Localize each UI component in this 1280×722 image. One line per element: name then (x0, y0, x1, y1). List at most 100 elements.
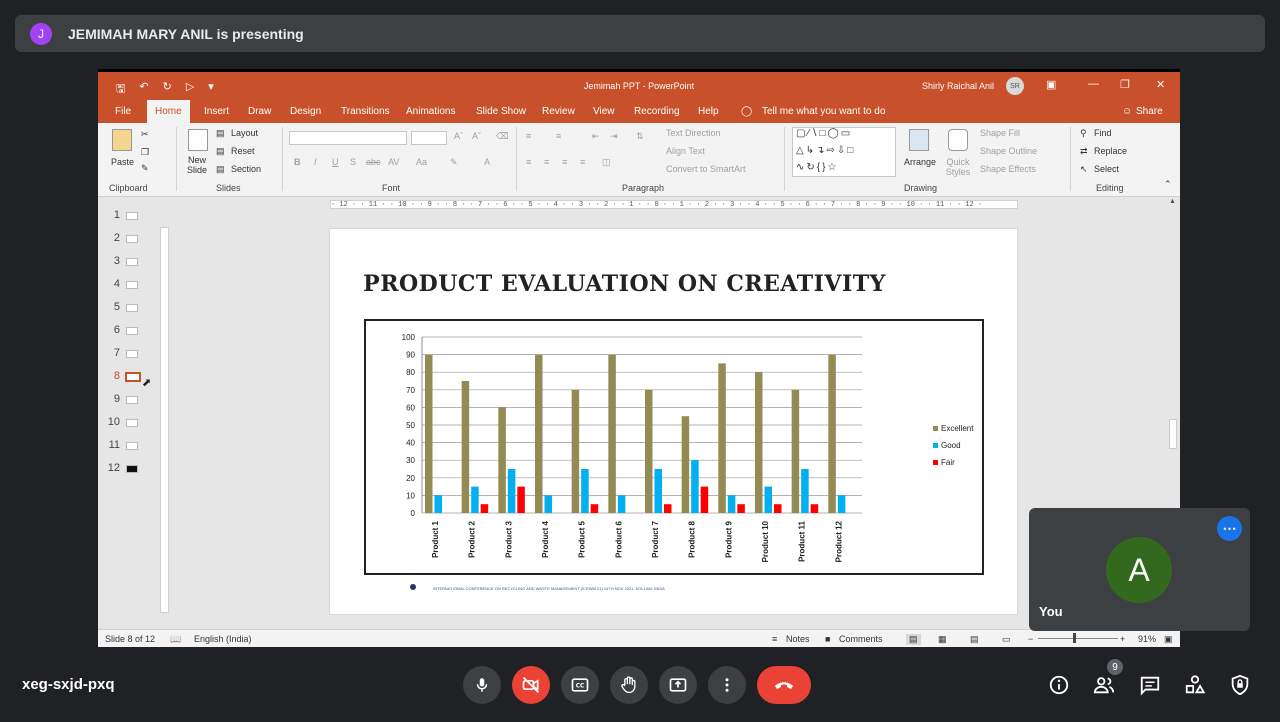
comments-button[interactable]: Comments (839, 634, 883, 644)
tab-view[interactable]: View (593, 106, 615, 117)
normal-view-icon[interactable]: ▤ (906, 634, 921, 645)
self-video-tile[interactable]: ⋯ A You (1029, 508, 1250, 631)
collapse-ribbon-icon[interactable]: ⌃ (1164, 179, 1172, 190)
fit-to-window-icon[interactable]: ▣ (1164, 634, 1173, 645)
slide-thumbnail[interactable]: 3 (104, 255, 148, 269)
paste-button[interactable]: Paste (111, 157, 134, 167)
grow-font-icon[interactable]: Aˆ (454, 131, 463, 141)
minimize-icon[interactable]: — (1088, 78, 1099, 90)
slide-thumbnail[interactable]: 9 (104, 393, 148, 407)
font-name-box[interactable] (289, 131, 407, 145)
comments-icon[interactable]: ■ (825, 634, 830, 644)
tab-review[interactable]: Review (542, 106, 575, 117)
line-spacing-icon[interactable]: ⇅ (636, 131, 644, 142)
zoom-level[interactable]: 91% (1138, 634, 1156, 644)
tab-slide-show[interactable]: Slide Show (476, 106, 526, 117)
tab-insert[interactable]: Insert (204, 106, 229, 117)
char-spacing-icon[interactable]: AV (388, 157, 399, 167)
convert-smartart-button[interactable]: Convert to SmartArt (666, 164, 746, 174)
shape-fill-button[interactable]: Shape Fill (980, 128, 1020, 138)
slide-thumbnail[interactable]: 12 (104, 462, 148, 476)
restore-icon[interactable]: ❐ (1120, 78, 1130, 91)
tab-recording[interactable]: Recording (634, 106, 680, 117)
slide-thumbnail[interactable]: 4 (104, 278, 148, 292)
tab-help[interactable]: Help (698, 106, 719, 117)
section-icon[interactable]: ▤ (216, 164, 225, 175)
bullets-icon[interactable]: ≡ (526, 131, 531, 141)
align-right-icon[interactable]: ≡ (562, 157, 567, 167)
find-icon[interactable]: ⚲ (1080, 128, 1087, 139)
meeting-details-button[interactable] (1047, 673, 1071, 697)
underline-icon[interactable]: U (332, 157, 339, 167)
slide-thumbnail[interactable]: 1 (104, 209, 148, 223)
slide-thumbnail[interactable]: 11 (104, 439, 148, 453)
replace-icon[interactable]: ⇄ (1080, 146, 1088, 157)
slide-thumbnail-active[interactable]: 8 ⬈ (104, 370, 151, 389)
quick-styles-button[interactable]: Quick Styles (944, 157, 972, 177)
numbering-icon[interactable]: ≡ (556, 131, 561, 141)
arrange-button[interactable]: Arrange (904, 157, 936, 167)
clear-format-icon[interactable]: ⌫ (496, 131, 509, 142)
slide-thumbnail[interactable]: 5 (104, 301, 148, 315)
layout-button[interactable]: Layout (231, 128, 258, 138)
camera-button[interactable] (512, 666, 550, 704)
tab-file[interactable]: File (115, 106, 131, 117)
zoom-out-icon[interactable]: − (1028, 634, 1033, 644)
more-options-icon[interactable]: ⋯ (1217, 516, 1242, 541)
zoom-slider[interactable] (1038, 638, 1118, 639)
slide-thumbnail[interactable]: 7 (104, 347, 148, 361)
activities-button[interactable] (1183, 673, 1207, 697)
chat-button[interactable] (1138, 673, 1162, 697)
quick-styles-icon[interactable] (948, 129, 968, 151)
account-name[interactable]: Shirly Raichal Anil (922, 81, 994, 91)
slide-sorter-icon[interactable]: ▦ (938, 634, 947, 645)
slide-thumbnail[interactable]: 2 (104, 232, 148, 246)
highlight-icon[interactable]: ✎ (450, 157, 458, 168)
font-color-icon[interactable]: A (484, 157, 490, 167)
text-direction-button[interactable]: Text Direction (666, 128, 721, 138)
slideshow-view-icon[interactable]: ▭ (1002, 634, 1011, 645)
tab-draw[interactable]: Draw (248, 106, 271, 117)
change-case-icon[interactable]: Aa (416, 157, 427, 167)
shape-effects-button[interactable]: Shape Effects (980, 164, 1036, 174)
replace-button[interactable]: Replace (1094, 146, 1127, 156)
align-text-button[interactable]: Align Text (666, 146, 705, 156)
reading-view-icon[interactable]: ▤ (970, 634, 979, 645)
scroll-up-icon[interactable]: ▲ (1169, 198, 1176, 205)
present-button[interactable] (659, 666, 697, 704)
accessibility-icon[interactable]: 📖 (170, 634, 181, 645)
columns-icon[interactable]: ◫ (602, 157, 611, 168)
reset-icon[interactable]: ▤ (216, 146, 225, 157)
share-button[interactable]: Share (1136, 106, 1163, 117)
font-size-box[interactable] (411, 131, 447, 145)
tab-home[interactable]: Home (147, 100, 190, 123)
format-painter-icon[interactable]: ✎ (141, 163, 149, 174)
scroll-thumb[interactable] (1169, 419, 1177, 449)
reset-button[interactable]: Reset (231, 146, 255, 156)
tab-animations[interactable]: Animations (406, 106, 455, 117)
cut-icon[interactable]: ✂ (141, 129, 149, 140)
zoom-in-icon[interactable]: + (1120, 634, 1125, 644)
select-icon[interactable]: ↖ (1080, 164, 1088, 175)
notes-icon[interactable]: ≡ (772, 634, 777, 644)
find-button[interactable]: Find (1094, 128, 1112, 138)
italic-icon[interactable]: I (314, 157, 317, 167)
bold-icon[interactable]: B (294, 157, 301, 167)
new-slide-button[interactable]: New Slide (182, 155, 212, 175)
select-button[interactable]: Select (1094, 164, 1119, 174)
notes-button[interactable]: Notes (786, 634, 810, 644)
account-avatar[interactable]: SR (1006, 77, 1024, 95)
slide-thumbnail[interactable]: 10 (104, 416, 148, 430)
strikethrough-icon[interactable]: abc (366, 157, 381, 167)
copy-icon[interactable]: ❐ (141, 147, 149, 158)
close-icon[interactable]: ✕ (1156, 78, 1165, 91)
new-slide-icon[interactable] (188, 129, 208, 151)
chart-frame[interactable]: 0 10 20 30 40 50 60 70 80 90 100 Product 1 Product 2… (364, 319, 984, 575)
captions-button[interactable]: CC (561, 666, 599, 704)
slide-thumbnail[interactable]: 6 (104, 324, 148, 338)
language-indicator[interactable]: English (India) (194, 634, 252, 644)
shrink-font-icon[interactable]: Aˇ (472, 131, 481, 141)
more-options-button[interactable] (708, 666, 746, 704)
mic-button[interactable] (463, 666, 501, 704)
shadow-icon[interactable]: S (350, 157, 356, 167)
